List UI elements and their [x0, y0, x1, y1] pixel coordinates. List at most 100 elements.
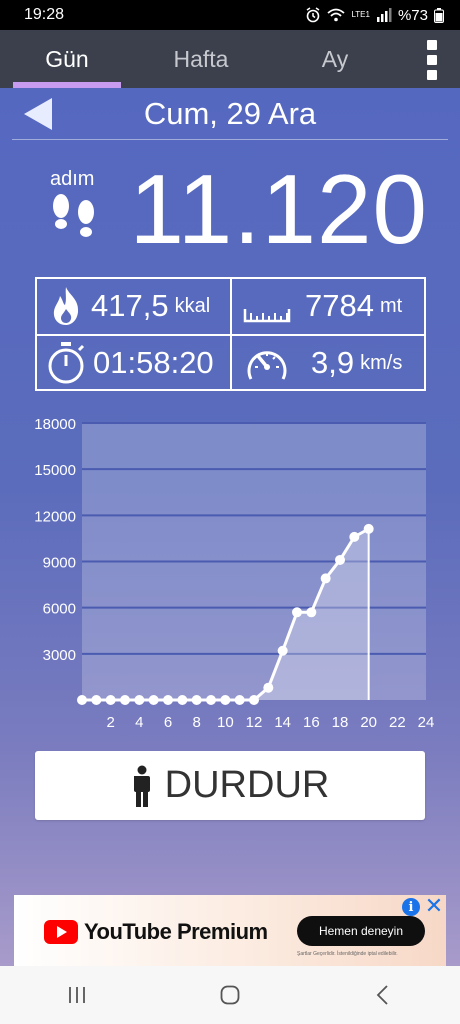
tab-month-label: Ay — [321, 45, 349, 72]
stats-grid: 417,5 kkal 7784 mt 01:58:20 3,9 km/s — [35, 277, 426, 391]
chart-x-tick-label: 6 — [164, 714, 172, 731]
chart-data-point — [120, 695, 130, 705]
menu-dot-icon — [427, 55, 437, 65]
speed-stat: 3,9 km/s — [243, 341, 402, 385]
chart-data-point — [177, 695, 188, 705]
steps-chart: 3000600090001200015000180002 4 6 8 10 12 14 16 1… — [34, 416, 435, 731]
chart-data-point — [234, 695, 245, 705]
main-content: Cum, 29 Ara adım 11.120 417,5 kkal 7784 … — [0, 88, 460, 966]
fire-icon — [53, 287, 79, 325]
tab-month[interactable]: Ay — [268, 30, 402, 88]
recent-apps-icon — [68, 987, 85, 1003]
recent-apps-button[interactable] — [47, 966, 107, 1024]
chart-data-point — [163, 695, 173, 705]
menu-dot-icon — [427, 70, 437, 80]
ad-info-icon[interactable]: i — [402, 898, 420, 916]
chart-x-tick-label: 4 — [135, 714, 143, 731]
speedometer-icon — [247, 351, 287, 380]
chart-data-point — [77, 695, 87, 705]
chart-x-tick-label: 14 — [274, 714, 291, 731]
ad-brand: YouTube Premium — [84, 919, 268, 944]
ad-banner[interactable]: YouTube Premium Hemen deneyin Şartlar Ge… — [14, 895, 446, 966]
speed-value: 3,9 — [311, 345, 355, 380]
chart-y-tick-label: 18000 — [34, 416, 76, 433]
chart-y-tick-label: 6000 — [43, 601, 76, 618]
steps-count: 11.120 — [129, 154, 428, 264]
chart-x-tick-label: 22 — [389, 714, 406, 731]
chart-data-point — [105, 695, 116, 705]
battery-percent: %73 — [397, 6, 428, 24]
home-button[interactable] — [200, 966, 260, 1024]
home-icon — [220, 985, 240, 1005]
chart-y-tick-label: 9000 — [43, 555, 76, 572]
speed-unit: km/s — [360, 351, 403, 374]
chart-x-tick-label: 12 — [246, 714, 263, 731]
distance-unit: mt — [379, 294, 403, 317]
chart-data-point — [349, 531, 360, 542]
chart-data-point — [249, 695, 259, 705]
chart-x-tick-label: 24 — [418, 714, 435, 731]
chart-data-point — [220, 695, 231, 705]
steps-label: adım — [50, 168, 95, 190]
chart-data-point — [134, 695, 145, 705]
calories-value: 417,5 — [91, 288, 169, 323]
stopwatch-icon — [48, 342, 85, 384]
network-type: LTE1 — [351, 10, 370, 19]
back-button[interactable] — [353, 966, 413, 1024]
youtube-play-icon — [44, 920, 78, 944]
person-icon — [133, 765, 150, 807]
ad-cta-button[interactable]: Hemen deneyin — [297, 916, 425, 946]
signal-icon — [376, 8, 392, 22]
wifi-icon — [327, 8, 346, 22]
stop-button-label: DURDUR — [164, 764, 330, 806]
tab-day-label: Gün — [45, 45, 89, 72]
stop-button[interactable]: DURDUR — [35, 751, 425, 820]
system-nav-bar — [0, 966, 460, 1024]
chart-data-point — [206, 695, 216, 705]
chart-y-tick-label: 12000 — [34, 508, 76, 525]
alarm-icon — [307, 7, 320, 23]
status-time: 19:28 — [24, 6, 65, 23]
duration-stat: 01:58:20 — [45, 341, 214, 385]
chart-data-point — [91, 695, 102, 705]
calories-unit: kkal — [174, 294, 211, 317]
youtube-logo: YouTube Premium — [44, 919, 268, 945]
distance-value: 7784 — [305, 288, 374, 323]
status-bar: 19:28 LTE1 %73 — [0, 0, 460, 30]
chart-x-tick-label: 20 — [360, 714, 377, 731]
date-title: Cum, 29 Ara — [143, 96, 317, 131]
overflow-menu-button[interactable] — [422, 40, 442, 80]
chart-x-tick-label: 2 — [106, 714, 114, 731]
chart-x-tick-label: 10 — [217, 714, 234, 731]
distance-stat: 7784 mt — [243, 285, 402, 327]
ad-close-icon[interactable]: ✕ — [424, 895, 444, 917]
date-header: Cum, 29 Ara — [12, 88, 448, 140]
tab-bar: Gün Hafta Ay — [0, 30, 460, 88]
chart-y-tick-label: 15000 — [34, 462, 76, 479]
chart-x-tick-label: 18 — [332, 714, 349, 731]
footprints-icon — [53, 194, 94, 237]
ruler-icon — [243, 309, 291, 323]
chart-data-point — [277, 645, 288, 656]
back-chevron-icon — [377, 985, 388, 1005]
ad-fine-print: Şartlar Geçerlidir. İstenildiğinde iptal… — [297, 951, 398, 957]
chart-data-point — [263, 682, 274, 693]
tab-day[interactable]: Gün — [0, 30, 134, 88]
status-icons: LTE1 %73 — [305, 7, 444, 24]
chart-data-point — [363, 523, 374, 534]
chart-data-point — [320, 573, 331, 584]
chart-data-point — [148, 695, 159, 705]
chart-data-point — [306, 607, 317, 618]
battery-icon — [434, 7, 444, 23]
menu-dot-icon — [427, 40, 437, 50]
calories-stat: 417,5 kkal — [49, 285, 210, 327]
chart-x-tick-label: 16 — [303, 714, 320, 731]
chart-data-point — [335, 554, 345, 565]
duration-value: 01:58:20 — [93, 345, 214, 380]
chart-data-point — [292, 607, 302, 618]
grid-divider-horizontal — [37, 334, 424, 336]
chart-y-tick-label: 3000 — [43, 647, 76, 664]
tab-week-label: Hafta — [173, 45, 229, 72]
chart-x-tick-label: 8 — [192, 714, 200, 731]
tab-week[interactable]: Hafta — [134, 30, 268, 88]
